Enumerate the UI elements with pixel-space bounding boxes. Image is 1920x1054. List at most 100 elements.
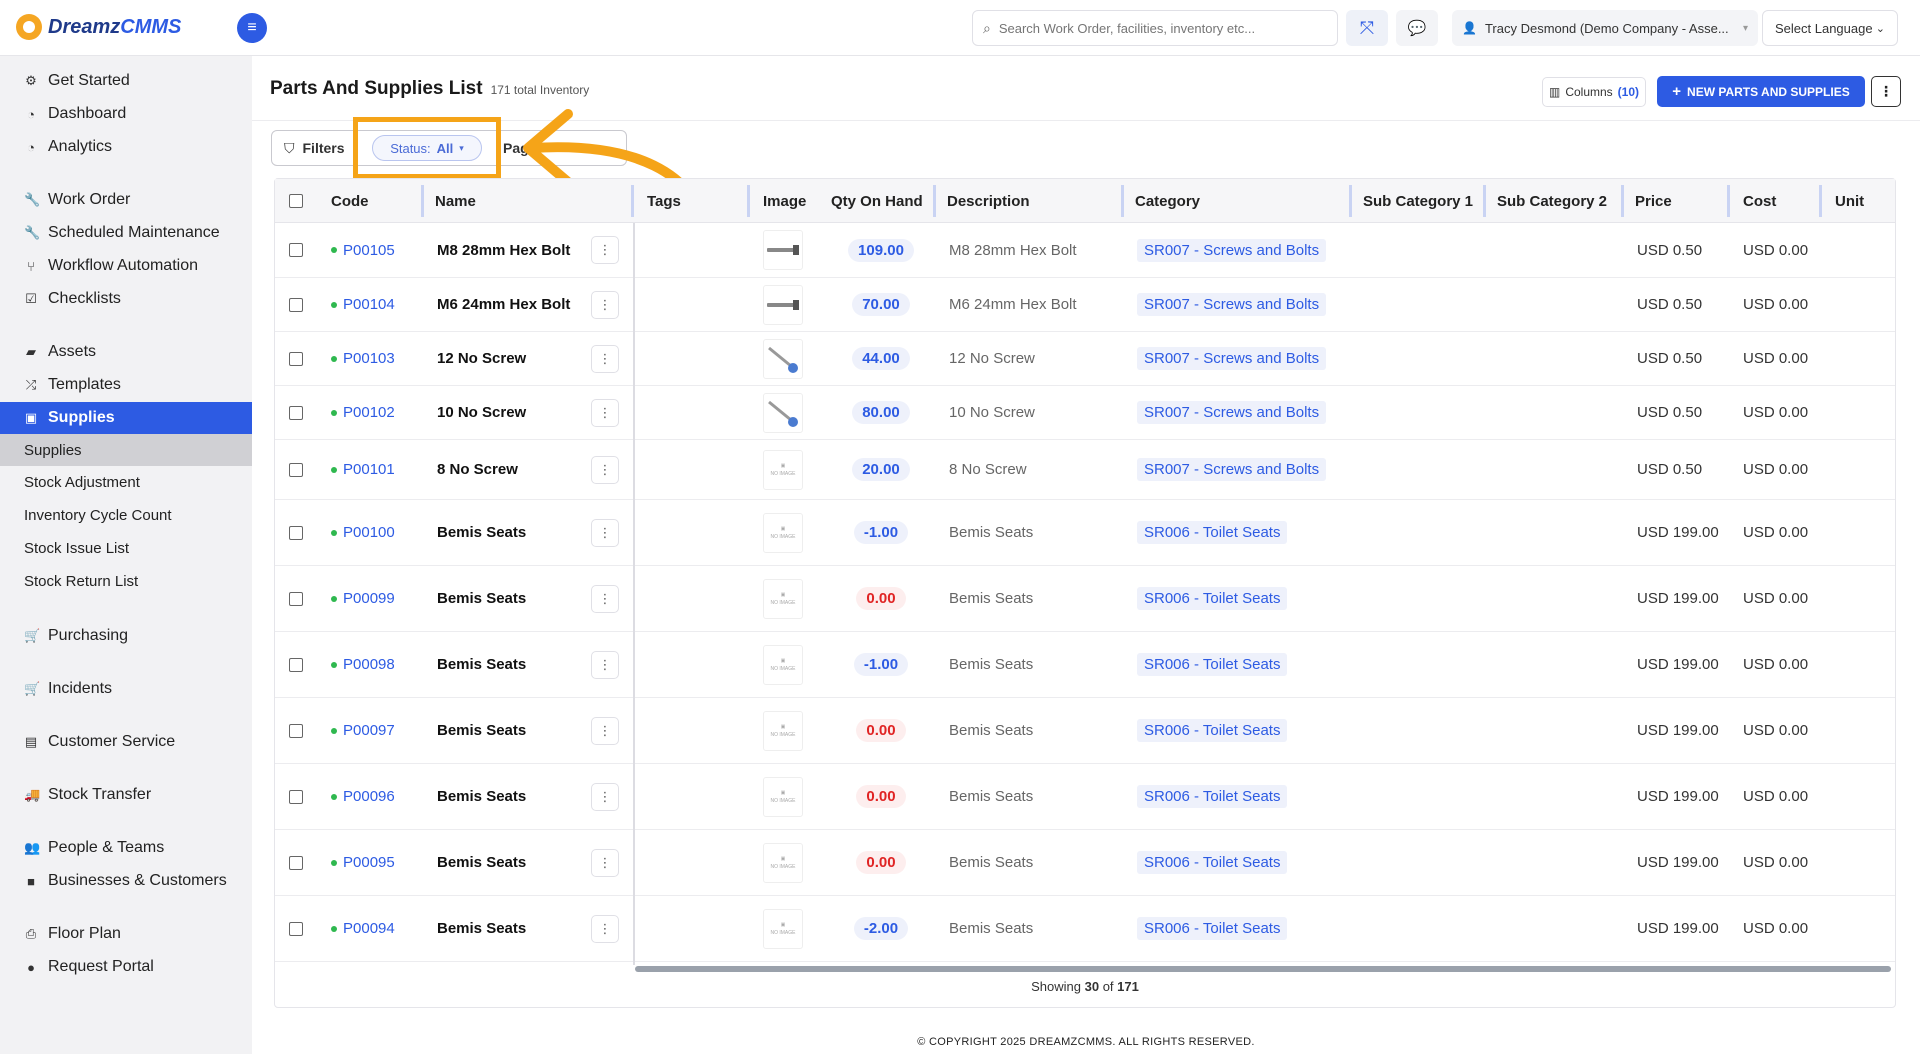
category-link[interactable]: SR006 - Toilet Seats xyxy=(1137,500,1288,565)
sidebar-item-people-teams[interactable]: 👥 People & Teams xyxy=(0,833,252,863)
row-actions-button[interactable]: ⋮ xyxy=(591,332,619,385)
row-checkbox[interactable] xyxy=(289,698,303,763)
category-link[interactable]: SR007 - Screws and Bolts xyxy=(1137,332,1327,385)
sidebar-item-stock-transfer[interactable]: 🚚 Stock Transfer xyxy=(0,780,252,810)
column-header-sub-category-1[interactable]: Sub Category 1 xyxy=(1363,179,1473,223)
column-resize-handle[interactable] xyxy=(1349,185,1352,217)
row-checkbox[interactable] xyxy=(289,632,303,697)
table-row[interactable]: P00100 Bemis Seats ⋮ ▣ NO IMAGE -1.00 Bem… xyxy=(275,500,1895,566)
table-row[interactable]: P00105 M8 28mm Hex Bolt ⋮ 109.00 M8 28mm… xyxy=(275,223,1895,278)
status-filter-pill[interactable]: Status: All ▾ xyxy=(372,135,482,161)
new-parts-button[interactable]: + NEW PARTS AND SUPPLIES xyxy=(1657,76,1865,107)
category-link[interactable]: SR006 - Toilet Seats xyxy=(1137,764,1288,829)
horizontal-scrollbar[interactable] xyxy=(635,966,1891,972)
row-actions-button[interactable]: ⋮ xyxy=(591,500,619,565)
code-link[interactable]: P00101 xyxy=(331,440,395,499)
row-checkbox[interactable] xyxy=(289,764,303,829)
sidebar-item-customer-service[interactable]: ▤ Customer Service xyxy=(0,727,252,757)
table-row[interactable]: P00095 Bemis Seats ⋮ ▣ NO IMAGE 0.00 Bemi… xyxy=(275,830,1895,896)
code-link[interactable]: P00094 xyxy=(331,896,395,961)
row-actions-button[interactable]: ⋮ xyxy=(591,698,619,763)
more-options-button[interactable]: ⋮ xyxy=(1871,76,1901,107)
column-header-category[interactable]: Category xyxy=(1135,179,1200,223)
sidebar-subitem-stock-issue-list[interactable]: Stock Issue List xyxy=(0,533,252,563)
column-resize-handle[interactable] xyxy=(1621,185,1624,217)
column-resize-handle[interactable] xyxy=(421,185,424,217)
row-actions-button[interactable]: ⋮ xyxy=(591,440,619,499)
column-header-qty[interactable]: Qty On Hand xyxy=(831,179,923,223)
table-row[interactable]: P00099 Bemis Seats ⋮ ▣ NO IMAGE 0.00 Bemi… xyxy=(275,566,1895,632)
column-header-cost[interactable]: Cost xyxy=(1743,179,1776,223)
row-checkbox[interactable] xyxy=(289,566,303,631)
sidebar-subitem-supplies[interactable]: Supplies xyxy=(0,434,252,466)
sidebar-item-request-portal[interactable]: ● Request Portal xyxy=(0,952,252,982)
row-actions-button[interactable]: ⋮ xyxy=(591,278,619,331)
menu-toggle-button[interactable]: ≡ xyxy=(237,13,267,43)
table-row[interactable]: P00103 12 No Screw ⋮ 44.00 12 No Screw S… xyxy=(275,332,1895,386)
category-link[interactable]: SR006 - Toilet Seats xyxy=(1137,896,1288,961)
sidebar-item-work-order[interactable]: 🔧 Work Order xyxy=(0,185,252,215)
table-row[interactable]: P00101 8 No Screw ⋮ ▣ NO IMAGE 20.00 8 No… xyxy=(275,440,1895,500)
column-header-image[interactable]: Image xyxy=(763,179,806,223)
column-resize-handle[interactable] xyxy=(1121,185,1124,217)
search-input[interactable] xyxy=(998,20,1319,36)
code-link[interactable]: P00105 xyxy=(331,223,395,277)
page-filter-partial[interactable]: Pag xyxy=(503,140,529,156)
table-row[interactable]: P00102 10 No Screw ⋮ 80.00 10 No Screw S… xyxy=(275,386,1895,440)
category-link[interactable]: SR006 - Toilet Seats xyxy=(1137,566,1288,631)
row-checkbox[interactable] xyxy=(289,500,303,565)
code-link[interactable]: P00098 xyxy=(331,632,395,697)
column-resize-handle[interactable] xyxy=(631,185,634,217)
app-logo[interactable]: DreamzCMMS xyxy=(16,14,181,40)
sidebar-subitem-inventory-cycle-count[interactable]: Inventory Cycle Count xyxy=(0,500,252,530)
sidebar-item-scheduled-maintenance[interactable]: 🔧 Scheduled Maintenance xyxy=(0,218,252,248)
column-header-price[interactable]: Price xyxy=(1635,179,1672,223)
category-link[interactable]: SR006 - Toilet Seats xyxy=(1137,698,1288,763)
select-all-checkbox[interactable] xyxy=(289,179,303,223)
table-row[interactable]: P00104 M6 24mm Hex Bolt ⋮ 70.00 M6 24mm … xyxy=(275,278,1895,332)
row-checkbox[interactable] xyxy=(289,896,303,961)
row-checkbox[interactable] xyxy=(289,830,303,895)
category-link[interactable]: SR007 - Screws and Bolts xyxy=(1137,278,1327,331)
column-resize-handle[interactable] xyxy=(933,185,936,217)
row-actions-button[interactable]: ⋮ xyxy=(591,830,619,895)
row-checkbox[interactable] xyxy=(289,332,303,385)
column-header-description[interactable]: Description xyxy=(947,179,1030,223)
columns-button[interactable]: ▥ Columns (10) xyxy=(1542,77,1646,107)
row-actions-button[interactable]: ⋮ xyxy=(591,632,619,697)
sidebar-item-businesses-customers[interactable]: ■ Businesses & Customers xyxy=(0,866,252,896)
language-select[interactable]: Select Language ⌄ xyxy=(1762,10,1898,46)
sidebar-item-templates[interactable]: ⤮ Templates xyxy=(0,370,252,400)
row-actions-button[interactable]: ⋮ xyxy=(591,386,619,439)
sidebar-item-checklists[interactable]: ☑ Checklists xyxy=(0,284,252,314)
collapse-button[interactable]: ⤧ xyxy=(1346,10,1388,46)
code-link[interactable]: P00096 xyxy=(331,764,395,829)
category-link[interactable]: SR007 - Screws and Bolts xyxy=(1137,223,1327,277)
row-actions-button[interactable]: ⋮ xyxy=(591,764,619,829)
table-row[interactable]: P00098 Bemis Seats ⋮ ▣ NO IMAGE -1.00 Bem… xyxy=(275,632,1895,698)
row-checkbox[interactable] xyxy=(289,386,303,439)
sidebar-item-analytics[interactable]: ◔ Analytics xyxy=(0,132,252,162)
code-link[interactable]: P00099 xyxy=(331,566,395,631)
code-link[interactable]: P00103 xyxy=(331,332,395,385)
sidebar-subitem-stock-return-list[interactable]: Stock Return List xyxy=(0,566,252,596)
code-link[interactable]: P00104 xyxy=(331,278,395,331)
category-link[interactable]: SR006 - Toilet Seats xyxy=(1137,632,1288,697)
code-link[interactable]: P00100 xyxy=(331,500,395,565)
category-link[interactable]: SR007 - Screws and Bolts xyxy=(1137,440,1327,499)
table-row[interactable]: P00097 Bemis Seats ⋮ ▣ NO IMAGE 0.00 Bemi… xyxy=(275,698,1895,764)
sidebar-item-supplies[interactable]: ▣ Supplies xyxy=(0,402,252,434)
column-resize-handle[interactable] xyxy=(747,185,750,217)
user-menu[interactable]: 👤 Tracy Desmond (Demo Company - Asse... … xyxy=(1452,10,1758,46)
code-link[interactable]: P00102 xyxy=(331,386,395,439)
sidebar-item-get-started[interactable]: ⚙ Get Started xyxy=(0,66,252,96)
column-header-code[interactable]: Code xyxy=(331,179,369,223)
table-row[interactable]: P00094 Bemis Seats ⋮ ▣ NO IMAGE -2.00 Bem… xyxy=(275,896,1895,962)
column-resize-handle[interactable] xyxy=(1819,185,1822,217)
table-row[interactable]: P00096 Bemis Seats ⋮ ▣ NO IMAGE 0.00 Bemi… xyxy=(275,764,1895,830)
sidebar-item-dashboard[interactable]: ◔ Dashboard xyxy=(0,99,252,129)
sidebar-item-floor-plan[interactable]: ⎙ Floor Plan xyxy=(0,919,252,949)
column-header-tags[interactable]: Tags xyxy=(647,179,681,223)
sidebar-item-purchasing[interactable]: 🛒 Purchasing xyxy=(0,621,252,651)
column-header-sub-category-2[interactable]: Sub Category 2 xyxy=(1497,179,1607,223)
